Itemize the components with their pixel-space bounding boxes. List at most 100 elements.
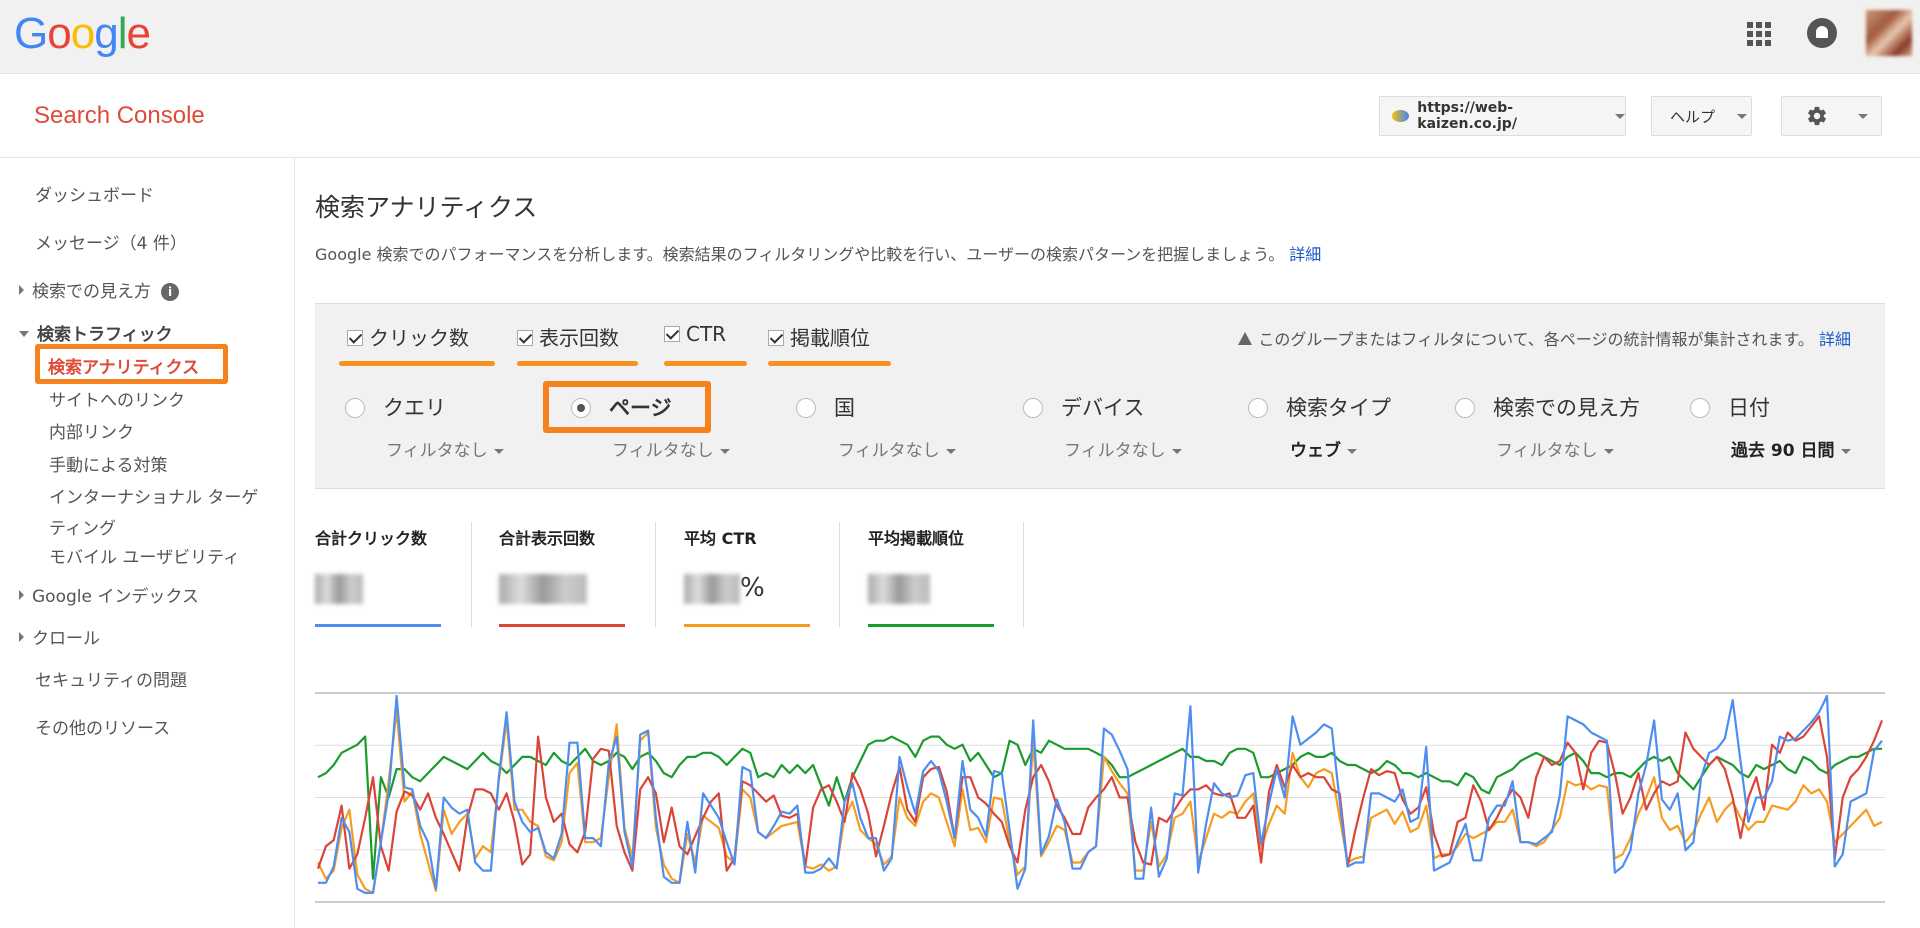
divider bbox=[1023, 522, 1024, 627]
country-filter-dropdown[interactable]: フィルタなし bbox=[838, 436, 956, 461]
sidebar-item-other-resources[interactable]: その他のリソース bbox=[35, 714, 170, 739]
sidebar-item-intl-targeting[interactable]: インターナショナル ターゲ ティング bbox=[49, 483, 258, 539]
filter-value: フィルタなし bbox=[838, 441, 940, 461]
logo-letter: e bbox=[126, 9, 151, 58]
apps-grid-icon[interactable] bbox=[1747, 22, 1771, 46]
settings-button[interactable] bbox=[1781, 96, 1882, 136]
stat-avg-ctr[interactable]: 平均 CTR % bbox=[684, 525, 854, 627]
sidebar-item-label: インターナショナル ターゲ bbox=[49, 488, 259, 508]
expand-arrow-icon bbox=[19, 285, 24, 295]
page-title: 検索アナリティクス bbox=[315, 193, 538, 222]
chevron-down-icon bbox=[719, 449, 730, 454]
chevron-down-icon bbox=[493, 449, 504, 454]
impressions-underline bbox=[517, 361, 638, 366]
logo-letter: G bbox=[14, 9, 48, 58]
position-checkbox[interactable]: 掲載順位 bbox=[768, 322, 870, 351]
app-title[interactable]: Search Console bbox=[34, 102, 205, 130]
dimension-device[interactable]: デバイス bbox=[1023, 392, 1144, 422]
chevron-down-icon bbox=[1347, 449, 1357, 454]
dimension-search-type[interactable]: 検索タイプ bbox=[1248, 392, 1391, 422]
sidebar-item-search-analytics[interactable]: 検索アナリティクス bbox=[35, 344, 228, 384]
metric-label: 表示回数 bbox=[539, 326, 619, 350]
appearance-filter-dropdown[interactable]: フィルタなし bbox=[1496, 436, 1614, 461]
notifications-bell-icon[interactable] bbox=[1807, 18, 1837, 48]
help-button[interactable]: ヘルプ bbox=[1651, 96, 1752, 136]
ctr-underline bbox=[664, 361, 747, 366]
checkbox-checked-icon bbox=[768, 330, 784, 346]
stat-label: 平均掲載順位 bbox=[868, 529, 965, 548]
metric-label: CTR bbox=[686, 322, 727, 346]
stat-value-blurred bbox=[868, 573, 930, 605]
dimension-query[interactable]: クエリ bbox=[345, 392, 446, 422]
avatar[interactable] bbox=[1866, 10, 1912, 56]
stat-label: 合計表示回数 bbox=[499, 529, 596, 548]
sidebar-item-crawl[interactable]: クロール bbox=[19, 624, 100, 649]
notice-details-link[interactable]: 詳細 bbox=[1819, 330, 1851, 349]
dimension-search-appearance[interactable]: 検索での見え方 bbox=[1455, 392, 1640, 422]
chevron-down-icon bbox=[1603, 449, 1614, 454]
sidebar-item-security[interactable]: セキュリティの問題 bbox=[35, 666, 187, 691]
help-label: ヘルプ bbox=[1670, 107, 1716, 126]
chevron-down-icon bbox=[1737, 113, 1748, 119]
sidebar-item-label: 検索での見え方 bbox=[32, 282, 151, 302]
radio-unselected-icon bbox=[1248, 398, 1268, 418]
details-link[interactable]: 詳細 bbox=[1289, 245, 1321, 264]
top-bar: Google bbox=[0, 0, 1920, 74]
info-icon[interactable]: i bbox=[161, 283, 179, 301]
device-filter-dropdown[interactable]: フィルタなし bbox=[1064, 436, 1182, 461]
site-favicon-icon bbox=[1392, 110, 1410, 122]
sidebar-item-messages[interactable]: メッセージ（4 件） bbox=[35, 229, 187, 254]
filter-value: ウェブ bbox=[1290, 441, 1341, 461]
sidebar-item-google-index[interactable]: Google インデックス bbox=[19, 582, 199, 607]
site-selector[interactable]: https://web-kaizen.co.jp/ bbox=[1379, 96, 1626, 136]
radio-unselected-icon bbox=[1690, 398, 1710, 418]
filter-value: 過去 90 日間 bbox=[1731, 441, 1835, 461]
stat-value-blurred bbox=[499, 573, 587, 605]
ctr-color-bar bbox=[684, 624, 810, 627]
page-dimension-highlight bbox=[543, 381, 711, 433]
sidebar-item-manual-actions[interactable]: 手動による対策 bbox=[49, 451, 168, 476]
logo-letter: g bbox=[94, 9, 119, 58]
page-stats-notice: このグループまたはフィルタについて、各ページの統計情報が集計されます。 詳細 bbox=[1238, 326, 1851, 350]
filter-value: フィルタなし bbox=[612, 441, 714, 461]
ctr-checkbox[interactable]: CTR bbox=[664, 322, 726, 346]
sidebar-item-search-appearance[interactable]: 検索での見え方 i bbox=[19, 277, 179, 302]
google-logo[interactable]: Google bbox=[14, 8, 151, 60]
performance-line-chart[interactable] bbox=[315, 690, 1885, 905]
clicks-checkbox[interactable]: クリック数 bbox=[347, 322, 469, 351]
impressions-color-bar bbox=[499, 624, 625, 627]
expand-arrow-icon bbox=[19, 632, 24, 642]
date-range-dropdown[interactable]: 過去 90 日間 bbox=[1731, 436, 1851, 461]
sidebar-item-internal-links[interactable]: 内部リンク bbox=[49, 418, 134, 443]
dimension-country[interactable]: 国 bbox=[796, 392, 855, 422]
sidebar-item-dashboard[interactable]: ダッシュボード bbox=[35, 181, 154, 206]
filter-value: フィルタなし bbox=[1496, 441, 1598, 461]
search-type-dropdown[interactable]: ウェブ bbox=[1290, 436, 1357, 461]
site-url: https://web-kaizen.co.jp/ bbox=[1417, 100, 1517, 132]
radio-unselected-icon bbox=[1023, 398, 1043, 418]
stat-avg-position[interactable]: 平均掲載順位 bbox=[868, 525, 1038, 627]
sidebar-item-label: 検索アナリティクス bbox=[48, 358, 200, 378]
gear-icon bbox=[1808, 106, 1826, 126]
dimension-label: 検索での見え方 bbox=[1493, 396, 1640, 420]
stat-label: 合計クリック数 bbox=[315, 529, 428, 548]
sidebar-item-mobile-usability[interactable]: モバイル ユーザビリティ bbox=[49, 543, 240, 568]
dimension-date[interactable]: 日付 bbox=[1690, 392, 1770, 422]
impressions-checkbox[interactable]: 表示回数 bbox=[517, 322, 619, 351]
dimension-label: 検索タイプ bbox=[1286, 396, 1391, 420]
sidebar-item-search-traffic[interactable]: 検索トラフィック bbox=[19, 320, 173, 345]
page-filter-dropdown[interactable]: フィルタなし bbox=[612, 436, 730, 461]
logo-letter: o bbox=[47, 9, 72, 58]
chevron-down-icon bbox=[1840, 449, 1851, 454]
stat-total-impressions[interactable]: 合計表示回数 bbox=[499, 525, 669, 627]
logo-letter: o bbox=[70, 9, 96, 58]
metric-label: 掲載順位 bbox=[790, 326, 870, 350]
warning-icon bbox=[1238, 332, 1253, 345]
notice-text: このグループまたはフィルタについて、各ページの統計情報が集計されます。 bbox=[1258, 330, 1814, 349]
stat-total-clicks[interactable]: 合計クリック数 bbox=[315, 525, 485, 627]
query-filter-dropdown[interactable]: フィルタなし bbox=[386, 436, 504, 461]
sidebar-item-links-to-site[interactable]: サイトへのリンク bbox=[49, 386, 185, 411]
divider bbox=[839, 522, 840, 627]
sidebar-item-label: クロール bbox=[32, 629, 100, 649]
chevron-down-icon bbox=[1171, 449, 1182, 454]
